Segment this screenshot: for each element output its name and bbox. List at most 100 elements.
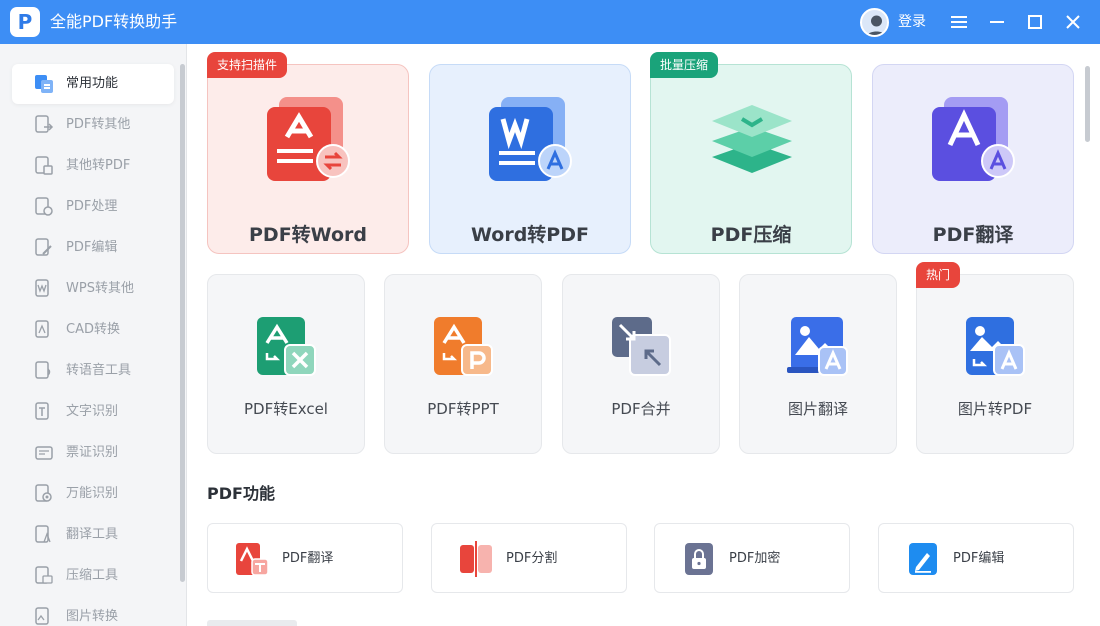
- pdf-process-icon: [34, 197, 54, 217]
- pdf-edit-icon: [34, 238, 54, 258]
- sidebar-item-common[interactable]: 常用功能: [12, 64, 174, 104]
- sidebar: 常用功能 PDF转其他 其他转PDF PDF处理 PDF编辑 WPS转其他 CA…: [0, 44, 187, 626]
- sidebar-item-label: PDF处理: [66, 199, 118, 214]
- translate-tool-icon: [34, 525, 54, 545]
- pdf-to-ppt-icon: [430, 313, 496, 379]
- sidebar-item-label: 票证识别: [66, 445, 119, 460]
- card-image-translate[interactable]: 图片翻译: [739, 274, 897, 454]
- card-pdf-translate[interactable]: PDF翻译: [872, 64, 1074, 254]
- main-content: 支持扫描件 PDF转Word Word转PDF 批量压缩 PDF压缩 PDF翻译…: [187, 44, 1100, 626]
- card-label: 图片转PDF: [957, 400, 1033, 418]
- word-to-pdf-icon: [485, 93, 577, 185]
- app-title: 全能PDF转换助手: [50, 12, 178, 31]
- sidebar-item-text-to-speech[interactable]: 转语音工具: [12, 351, 174, 391]
- sidebar-item-ocr[interactable]: 文字识别: [12, 392, 174, 432]
- close-icon[interactable]: [1061, 10, 1085, 34]
- app-logo: P: [10, 7, 40, 37]
- card-label: PDF分割: [506, 551, 558, 566]
- other-to-pdf-icon: [34, 156, 54, 176]
- sidebar-item-label: 文字识别: [66, 404, 119, 419]
- sidebar-item-other-to-pdf[interactable]: 其他转PDF: [12, 146, 174, 186]
- sidebar-scrollbar[interactable]: [180, 64, 185, 582]
- card-label: PDF加密: [729, 551, 781, 566]
- main-scrollbar[interactable]: [1085, 66, 1090, 142]
- hot-badge: 热门: [916, 262, 961, 288]
- pdf-to-word-icon: [263, 93, 355, 185]
- scan-support-badge: 支持扫描件: [207, 52, 288, 78]
- sidebar-item-label: WPS转其他: [66, 281, 134, 296]
- sidebar-item-label: 压缩工具: [66, 568, 119, 583]
- sidebar-item-translate-tool[interactable]: 翻译工具: [12, 515, 174, 555]
- card-label: PDF编辑: [953, 551, 1005, 566]
- text-to-speech-icon: [34, 361, 54, 381]
- sidebar-item-label: 其他转PDF: [66, 158, 131, 173]
- compress-tool-icon: [34, 566, 54, 586]
- sidebar-item-pdf-edit[interactable]: PDF编辑: [12, 228, 174, 268]
- card-label: PDF合并: [611, 400, 671, 418]
- pdf-translate-icon: [234, 541, 270, 577]
- pdf-encrypt-icon: [681, 541, 717, 577]
- image-to-pdf-icon: [962, 313, 1028, 379]
- pdf-compress-icon: [706, 93, 798, 185]
- pdf-encrypt-button[interactable]: PDF加密: [654, 523, 850, 593]
- sidebar-item-compress-tool[interactable]: 压缩工具: [12, 556, 174, 596]
- cad-convert-icon: [34, 320, 54, 340]
- sidebar-item-label: 常用功能: [66, 76, 119, 91]
- card-label: PDF压缩: [710, 224, 792, 246]
- section-title-pdf: PDF功能: [207, 484, 275, 503]
- image-translate-icon: [785, 313, 851, 379]
- card-label: PDF转Word: [249, 224, 367, 246]
- sidebar-item-pdf-process[interactable]: PDF处理: [12, 187, 174, 227]
- sidebar-item-label: 万能识别: [66, 486, 119, 501]
- ocr-icon: [34, 402, 54, 422]
- universal-recognition-icon: [34, 484, 54, 504]
- card-pdf-compress[interactable]: 批量压缩 PDF压缩: [650, 52, 852, 254]
- card-label: Word转PDF: [471, 224, 589, 246]
- image-convert-icon: [34, 607, 54, 626]
- sidebar-item-wps-convert[interactable]: WPS转其他: [12, 269, 174, 309]
- card-pdf-to-excel[interactable]: PDF转Excel: [207, 274, 365, 454]
- pdf-split-icon: [458, 541, 494, 577]
- pdf-to-other-icon: [34, 115, 54, 135]
- next-section-title-partial: [207, 620, 297, 626]
- card-image-to-pdf[interactable]: 热门 图片转PDF: [916, 262, 1074, 454]
- pdf-merge-icon: [608, 313, 674, 379]
- card-pdf-to-word[interactable]: 支持扫描件 PDF转Word: [207, 52, 409, 254]
- pdf-to-excel-icon: [253, 313, 319, 379]
- sidebar-item-label: PDF编辑: [66, 240, 118, 255]
- card-pdf-merge[interactable]: PDF合并: [562, 274, 720, 454]
- sidebar-item-image-convert[interactable]: 图片转换: [12, 597, 174, 626]
- card-label: PDF转PPT: [427, 400, 499, 418]
- sidebar-item-universal-recognition[interactable]: 万能识别: [12, 474, 174, 514]
- sidebar-item-pdf-to-other[interactable]: PDF转其他: [12, 105, 174, 145]
- sidebar-item-label: PDF转其他: [66, 117, 131, 132]
- minimize-icon[interactable]: [985, 10, 1009, 34]
- card-label: 图片翻译: [787, 400, 848, 418]
- wps-convert-icon: [34, 279, 54, 299]
- sidebar-item-ticket-recognition[interactable]: 票证识别: [12, 433, 174, 473]
- title-bar: P 全能PDF转换助手 登录: [0, 0, 1100, 44]
- pdf-split-button[interactable]: PDF分割: [431, 523, 627, 593]
- menu-icon[interactable]: [947, 10, 971, 34]
- sidebar-item-label: CAD转换: [66, 322, 120, 337]
- maximize-icon[interactable]: [1023, 10, 1047, 34]
- sidebar-item-label: 转语音工具: [66, 363, 132, 378]
- pdf-translate-icon: [928, 93, 1020, 185]
- card-label: PDF翻译: [932, 224, 1014, 246]
- batch-compress-badge: 批量压缩: [650, 52, 719, 78]
- ticket-recognition-icon: [34, 443, 54, 463]
- pdf-translate-button[interactable]: PDF翻译: [207, 523, 403, 593]
- pdf-edit-button[interactable]: PDF编辑: [878, 523, 1074, 593]
- login-button[interactable]: 登录: [898, 13, 926, 31]
- app-logo-glyph: P: [17, 10, 33, 34]
- sidebar-item-cad-convert[interactable]: CAD转换: [12, 310, 174, 350]
- user-avatar-icon[interactable]: [860, 8, 889, 37]
- common-functions-icon: [34, 74, 54, 94]
- sidebar-item-label: 图片转换: [66, 609, 119, 624]
- sidebar-item-label: 翻译工具: [66, 527, 119, 542]
- card-pdf-to-ppt[interactable]: PDF转PPT: [384, 274, 542, 454]
- card-label: PDF翻译: [282, 551, 334, 566]
- card-label: PDF转Excel: [244, 400, 328, 418]
- pdf-edit-icon: [905, 541, 941, 577]
- card-word-to-pdf[interactable]: Word转PDF: [429, 64, 631, 254]
